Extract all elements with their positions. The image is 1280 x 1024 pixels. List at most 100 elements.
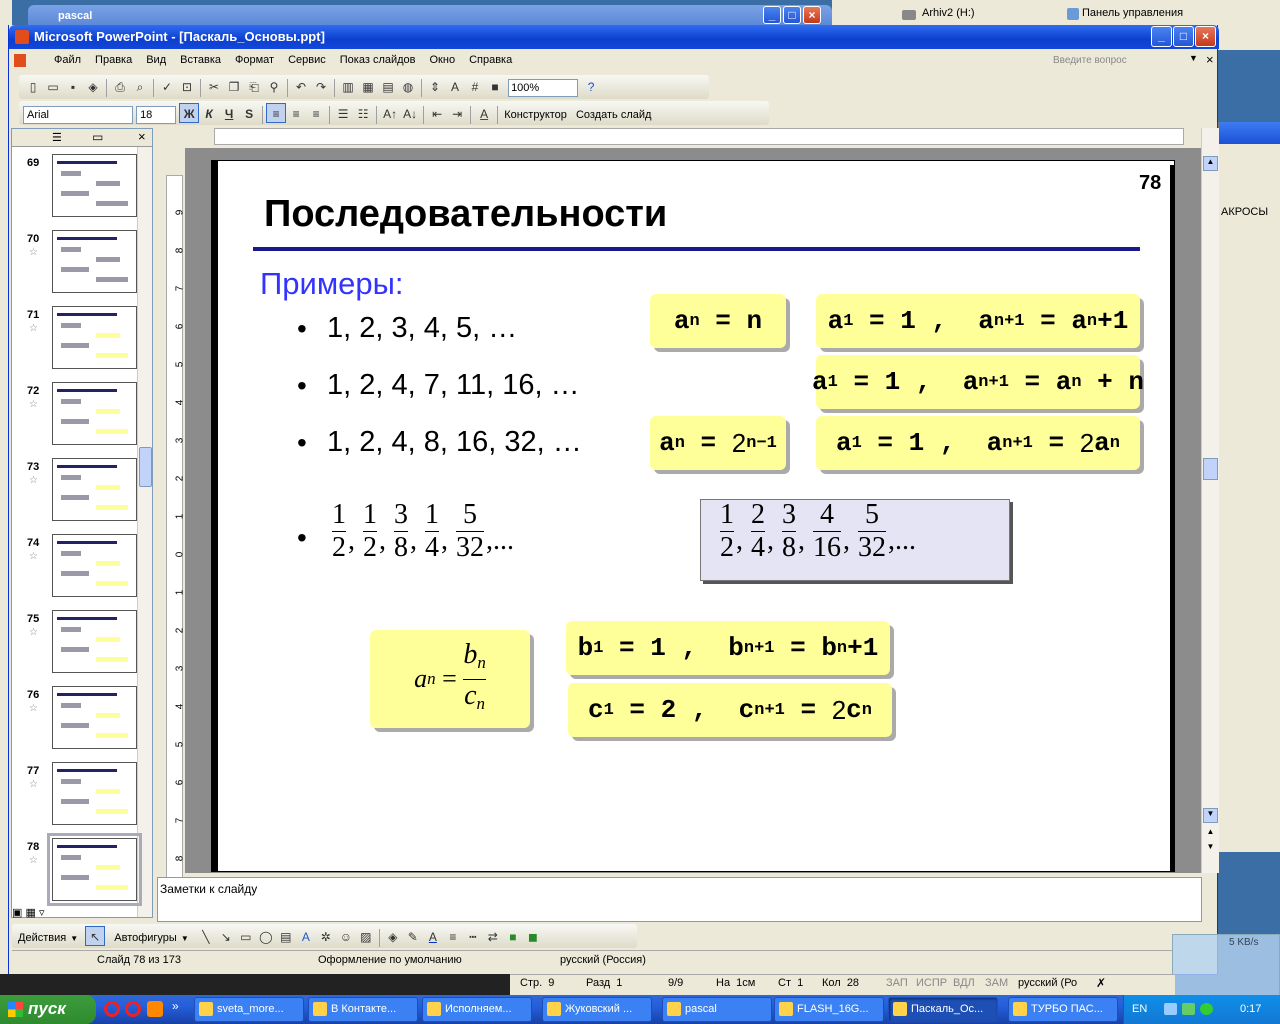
menu-6[interactable]: Сервис xyxy=(281,54,333,66)
maximize-button[interactable]: □ xyxy=(1173,26,1194,47)
notes-pane[interactable]: Заметки к слайду xyxy=(157,877,1202,922)
rectangle-icon[interactable]: ▭ xyxy=(236,927,256,947)
italic-button[interactable]: К xyxy=(199,104,219,124)
decrease-font-icon[interactable]: A↓ xyxy=(400,104,420,124)
autoshapes-chevron-icon[interactable]: ▼ xyxy=(181,934,189,943)
new-slide-button[interactable]: Создать слайд xyxy=(576,109,651,121)
line-icon[interactable]: ╲ xyxy=(196,927,216,947)
bullet-2[interactable]: 1, 2, 4, 7, 11, 16, … xyxy=(327,369,580,402)
help-search-input[interactable]: Введите вопрос xyxy=(1053,55,1127,66)
clipart-icon[interactable]: ☺ xyxy=(336,927,356,947)
oval-icon[interactable]: ◯ xyxy=(256,927,276,947)
quicklaunch-opera-icon[interactable] xyxy=(104,1001,120,1017)
taskbar-button[interactable]: FLASH_16G... xyxy=(774,997,884,1022)
formula-an-box[interactable]: an = n xyxy=(650,294,786,348)
bold-button[interactable]: Ж xyxy=(179,103,200,123)
open-icon[interactable]: ▭ xyxy=(43,77,63,97)
menu-7[interactable]: Показ слайдов xyxy=(333,54,423,66)
taskbar-button[interactable]: pascal xyxy=(662,997,772,1022)
close-button[interactable]: × xyxy=(1195,26,1216,47)
save-icon[interactable]: ▪ xyxy=(63,77,83,97)
control-panel-label[interactable]: Панель управления xyxy=(1082,7,1183,19)
redo-icon[interactable]: ↷ xyxy=(311,77,331,97)
permission-icon[interactable]: ◈ xyxy=(83,77,103,97)
numbering-icon[interactable]: ☰ xyxy=(333,104,353,124)
formula-recurrence-2-box[interactable]: a1 = 1 , a n+1 = an + n xyxy=(812,355,1144,409)
bg-close-button[interactable]: × xyxy=(803,6,821,24)
prev-slide-icon[interactable]: ▲ xyxy=(1203,827,1218,841)
spelling-icon[interactable]: ✓ xyxy=(157,77,177,97)
taskbar-button[interactable]: Паскаль_Ос... xyxy=(888,997,998,1022)
taskbar-button[interactable]: sveta_more... xyxy=(194,997,304,1022)
undo-icon[interactable]: ↶ xyxy=(291,77,311,97)
start-button[interactable]: пуск xyxy=(0,995,96,1024)
formula-recurrence-1-box[interactable]: a1 = 1 , a n+1 = a n +1 xyxy=(816,294,1140,348)
outline-tab-icon[interactable]: ☰ xyxy=(52,131,62,144)
pane-scrollbar[interactable] xyxy=(137,147,152,917)
draw-font-color-icon[interactable]: A xyxy=(423,927,443,947)
tray-lang[interactable]: EN xyxy=(1132,1003,1147,1015)
tables-borders-icon[interactable]: ▤ xyxy=(378,77,398,97)
slide-thumbnail[interactable] xyxy=(52,762,137,825)
cut-icon[interactable]: ✂ xyxy=(204,77,224,97)
quicklaunch-opera2-icon[interactable] xyxy=(125,1001,141,1017)
doc-close-icon[interactable]: × xyxy=(1206,52,1214,67)
slide-thumbnail[interactable] xyxy=(47,833,142,906)
slide-thumbnail[interactable] xyxy=(52,382,137,445)
diagram-icon[interactable]: ✲ xyxy=(316,927,336,947)
print-icon[interactable]: ⎙ xyxy=(110,77,130,97)
help-icon[interactable]: ? xyxy=(581,77,601,97)
menu-3[interactable]: Вид xyxy=(139,54,173,66)
hyperlink-icon[interactable]: ◍ xyxy=(398,77,418,97)
taskbar-button[interactable]: Жуковский ... xyxy=(542,997,652,1022)
formula-b-box[interactable]: b1 = 1 , b n+1 = b n +1 xyxy=(566,621,890,675)
autoshapes-menu[interactable]: Автофигуры xyxy=(114,932,177,944)
chart-icon[interactable]: ▥ xyxy=(338,77,358,97)
menu-4[interactable]: Вставка xyxy=(173,54,228,66)
arrow-style-icon[interactable]: ⇄ xyxy=(483,927,503,947)
scroll-up-icon[interactable]: ▲ xyxy=(1203,156,1218,171)
quicklaunch-app-icon[interactable] xyxy=(147,1001,163,1017)
taskbar-button[interactable]: Исполняем... xyxy=(422,997,532,1022)
scroll-down-icon[interactable]: ▼ xyxy=(1203,808,1218,823)
new-icon[interactable]: ▯ xyxy=(23,77,43,97)
slides-tab-icon[interactable]: ▭ xyxy=(92,130,103,144)
wordart-icon[interactable]: A xyxy=(296,927,316,947)
formula-c-box[interactable]: c1 = 2 , c n+1 = 2cn xyxy=(568,683,892,737)
3d-icon[interactable]: ◼ xyxy=(523,927,543,947)
menu-8[interactable]: Окно xyxy=(423,54,463,66)
fill-color-icon[interactable]: ◈ xyxy=(383,927,403,947)
minimize-button[interactable]: _ xyxy=(1151,26,1172,47)
normal-view-icon[interactable]: ▣ xyxy=(12,907,22,919)
underline-button[interactable]: Ч xyxy=(219,104,239,124)
grid-icon[interactable]: # xyxy=(465,77,485,97)
slide-thumbnail[interactable] xyxy=(52,534,137,597)
formatting-icon[interactable]: A xyxy=(445,77,465,97)
sorter-view-icon[interactable]: ▦ xyxy=(25,907,35,919)
edit-scrollbar[interactable]: ▲ ▼ ▲ ▼ xyxy=(1201,128,1219,873)
menu-1[interactable]: Файл xyxy=(47,54,88,66)
font-select[interactable]: Arial xyxy=(23,106,133,125)
arrow-icon[interactable]: ↘ xyxy=(216,927,236,947)
table-icon[interactable]: ▦ xyxy=(358,77,378,97)
align-left-icon[interactable]: ≡ xyxy=(266,103,287,123)
bullet-1[interactable]: 1, 2, 3, 4, 5, … xyxy=(327,312,517,345)
format-painter-icon[interactable]: ⚲ xyxy=(264,77,284,97)
formula-recurrence-3-box[interactable]: a1 = 1 , a n+1 = 2an xyxy=(816,416,1140,470)
shadow-icon[interactable]: ■ xyxy=(503,927,523,947)
textbox-icon[interactable]: ▤ xyxy=(276,927,296,947)
bullets-icon[interactable]: ☷ xyxy=(353,104,373,124)
slide-thumbnail[interactable] xyxy=(52,230,137,293)
fractions-right[interactable]: 1 2, 2 4, 3 8, 4 16, 5 32,... xyxy=(720,500,922,563)
actions-chevron-icon[interactable]: ▼ xyxy=(70,934,78,943)
slide-subtitle[interactable]: Примеры: xyxy=(260,266,404,302)
formula-power-box[interactable]: an = 2 n−1 xyxy=(650,416,786,470)
taskbar-button[interactable]: В Контакте... xyxy=(308,997,418,1022)
bullet-3[interactable]: 1, 2, 4, 8, 16, 32, … xyxy=(327,426,582,459)
slide-thumbnail[interactable] xyxy=(52,686,137,749)
select-pointer-icon[interactable]: ↖ xyxy=(85,926,106,946)
tray-app-icon[interactable] xyxy=(1200,1003,1213,1015)
slideshow-view-icon[interactable]: ▿ xyxy=(39,907,45,919)
bg-maximize-button[interactable]: □ xyxy=(783,6,801,24)
color-icon[interactable]: ■ xyxy=(485,77,505,97)
